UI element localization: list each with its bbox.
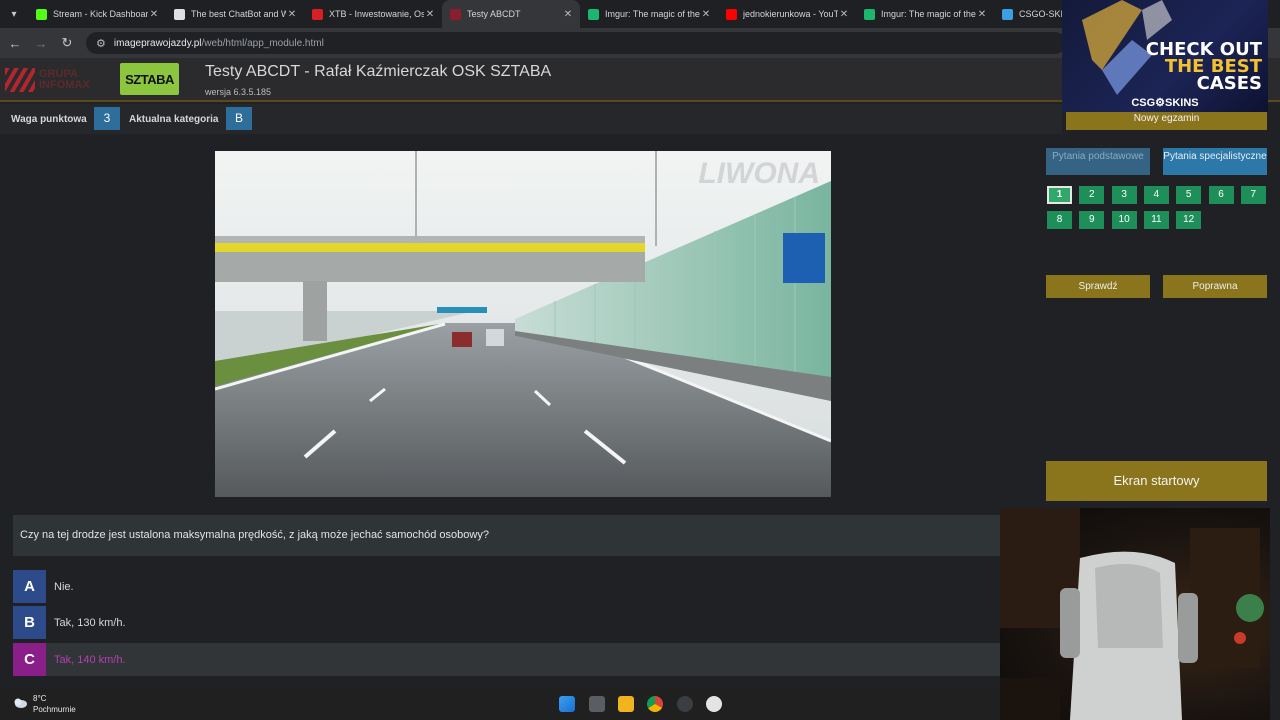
tab-title: Imgur: The magic of the I <box>605 9 700 19</box>
grupa-infomax-logo: GRUPA INFOMAX <box>5 66 97 94</box>
chrome-icon[interactable] <box>647 696 663 712</box>
question-number-button[interactable]: 7 <box>1240 186 1266 204</box>
close-tab-icon[interactable]: ✕ <box>700 9 712 20</box>
correct-answer-button[interactable]: Poprawna <box>1163 275 1267 298</box>
tab-title: Imgur: The magic of the I <box>881 9 976 19</box>
weather-description: Pochmurnie <box>33 705 76 714</box>
webcam-overlay <box>1000 508 1270 720</box>
ad-brand: CSG⚙SKINS <box>1131 97 1199 109</box>
obs-icon[interactable] <box>677 696 693 712</box>
tab-search-icon[interactable]: ▾ <box>4 4 24 24</box>
xtb-icon <box>312 8 323 20</box>
browser-tab[interactable]: Stream - Kick Dashboard ✕ <box>28 0 166 28</box>
basic-questions-button[interactable]: Pytania podstawowe <box>1046 148 1150 175</box>
close-tab-icon[interactable]: ✕ <box>286 9 298 20</box>
start-screen-button[interactable]: Ekran startowy <box>1046 461 1267 501</box>
weather-temperature: 8°C <box>33 694 47 703</box>
cloud-icon[interactable] <box>12 697 28 709</box>
browser-tab[interactable]: The best ChatBot and Wi ✕ <box>166 0 304 28</box>
category-value: B <box>226 107 252 130</box>
question-number-button[interactable]: 5 <box>1176 186 1202 204</box>
category-label: Aktualna kategoria <box>129 114 219 125</box>
new-exam-button[interactable]: Nowy egzamin <box>1066 112 1267 130</box>
task-view-icon[interactable] <box>589 696 605 712</box>
logo-stripes-icon <box>5 68 35 92</box>
file-explorer-icon[interactable] <box>618 696 634 712</box>
question-text: Czy na tej drodze jest ustalona maksymal… <box>20 529 489 541</box>
answer-text[interactable]: Nie. <box>54 581 74 593</box>
logo-text-2: INFOMAX <box>39 79 90 91</box>
youtube-icon <box>726 8 737 20</box>
csgo-icon <box>1002 8 1013 20</box>
check-button[interactable]: Sprawdź <box>1046 275 1150 298</box>
tab-list: Stream - Kick Dashboard ✕ The best ChatBot… <box>28 0 1132 28</box>
app-title: Testy ABCDT - Rafał Kaźmierczak OSK SZTA… <box>205 63 552 80</box>
site-info-icon[interactable]: ⚙ <box>96 37 106 50</box>
app-version: wersja 6.3.5.185 <box>205 87 272 97</box>
kick-icon <box>36 8 47 20</box>
address-bar[interactable]: ⚙ imageprawojazdy.pl/web/html/app_module… <box>86 32 1066 54</box>
csgo-skins-ad[interactable]: CHECK OUT THE BEST CASES CSG⚙SKINS <box>1062 0 1268 112</box>
imgur-icon <box>864 8 875 20</box>
tab-title: Stream - Kick Dashboard <box>53 9 148 19</box>
windows-start-icon[interactable] <box>559 696 575 712</box>
image-watermark: LIWONA <box>698 157 820 190</box>
question-number-button[interactable]: 2 <box>1079 186 1105 204</box>
answer-text[interactable]: Tak, 130 km/h. <box>54 617 126 629</box>
answer-option[interactable]: B Tak, 130 km/h. <box>13 606 1000 639</box>
question-bar: Czy na tej drodze jest ustalona maksymal… <box>13 515 1000 556</box>
browser-tab[interactable]: Imgur: The magic of the I ✕ <box>580 0 718 28</box>
reload-icon[interactable]: ↻ <box>54 35 80 51</box>
app-avatar-icon[interactable] <box>706 696 722 712</box>
browser-tab[interactable]: XTB - Inwestowanie, Oszc ✕ <box>304 0 442 28</box>
forward-icon[interactable]: → <box>28 36 54 51</box>
chatbot-icon <box>174 8 185 20</box>
imgur-icon <box>588 8 599 20</box>
close-tab-icon[interactable]: ✕ <box>976 9 988 20</box>
browser-tab[interactable]: Imgur: The magic of the I ✕ <box>856 0 994 28</box>
close-tab-icon[interactable]: ✕ <box>838 9 850 20</box>
answer-option[interactable]: A Nie. <box>13 570 1000 603</box>
question-number-button[interactable]: 12 <box>1176 211 1202 229</box>
taskbar: 8°C Pochmurnie <box>0 688 1000 720</box>
url-path: /web/html/app_module.html <box>201 37 324 49</box>
url-domain: imageprawojazdy.pl <box>113 37 202 49</box>
question-number-button[interactable]: 10 <box>1111 211 1137 229</box>
specialist-questions-button[interactable]: Pytania specjalistyczne <box>1163 148 1267 175</box>
question-number-button[interactable]: 3 <box>1111 186 1137 204</box>
testy-icon <box>450 8 461 20</box>
motorway-scene: LIWONA <box>215 151 831 497</box>
question-image: LIWONA <box>215 151 831 497</box>
question-number-button[interactable]: 11 <box>1143 211 1169 229</box>
screen: ▾ Stream - Kick Dashboard ✕ The best ChatB… <box>0 0 1280 720</box>
question-number-button[interactable]: 1 <box>1047 186 1072 204</box>
browser-tab[interactable]: Testy ABCDT ✕ <box>442 0 580 28</box>
browser-tab[interactable]: jednokierunkowa - YouTu ✕ <box>718 0 856 28</box>
weight-value: 3 <box>94 107 120 130</box>
answer-letter[interactable]: A <box>13 570 46 603</box>
close-tab-icon[interactable]: ✕ <box>424 9 436 20</box>
tab-title: Testy ABCDT <box>467 9 521 19</box>
answer-option[interactable]: C Tak, 140 km/h. <box>13 643 1000 676</box>
webcam-chair-scene <box>1000 508 1264 720</box>
info-bar: Waga punktowa 3 Aktualna kategoria B <box>0 104 1062 134</box>
weight-label: Waga punktowa <box>11 114 87 125</box>
answer-letter[interactable]: B <box>13 606 46 639</box>
ad-line-3: CASES <box>1196 73 1262 94</box>
tab-title: jednokierunkowa - YouTu <box>743 9 838 19</box>
question-number-button[interactable]: 4 <box>1143 186 1169 204</box>
sztaba-logo: SZTABA <box>120 63 179 95</box>
question-number-button[interactable]: 6 <box>1208 186 1234 204</box>
question-number-button[interactable]: 8 <box>1047 211 1072 229</box>
sztaba-logo-text: SZTABA <box>125 71 174 87</box>
answer-text[interactable]: Tak, 140 km/h. <box>54 654 126 666</box>
tab-title: XTB - Inwestowanie, Oszc <box>329 9 424 19</box>
tab-title: The best ChatBot and Wi <box>191 9 286 19</box>
answer-letter[interactable]: C <box>13 643 46 676</box>
close-tab-icon[interactable]: ✕ <box>562 9 574 20</box>
close-tab-icon[interactable]: ✕ <box>148 9 160 20</box>
question-number-button[interactable]: 9 <box>1079 211 1105 229</box>
back-icon[interactable]: ← <box>2 36 28 51</box>
